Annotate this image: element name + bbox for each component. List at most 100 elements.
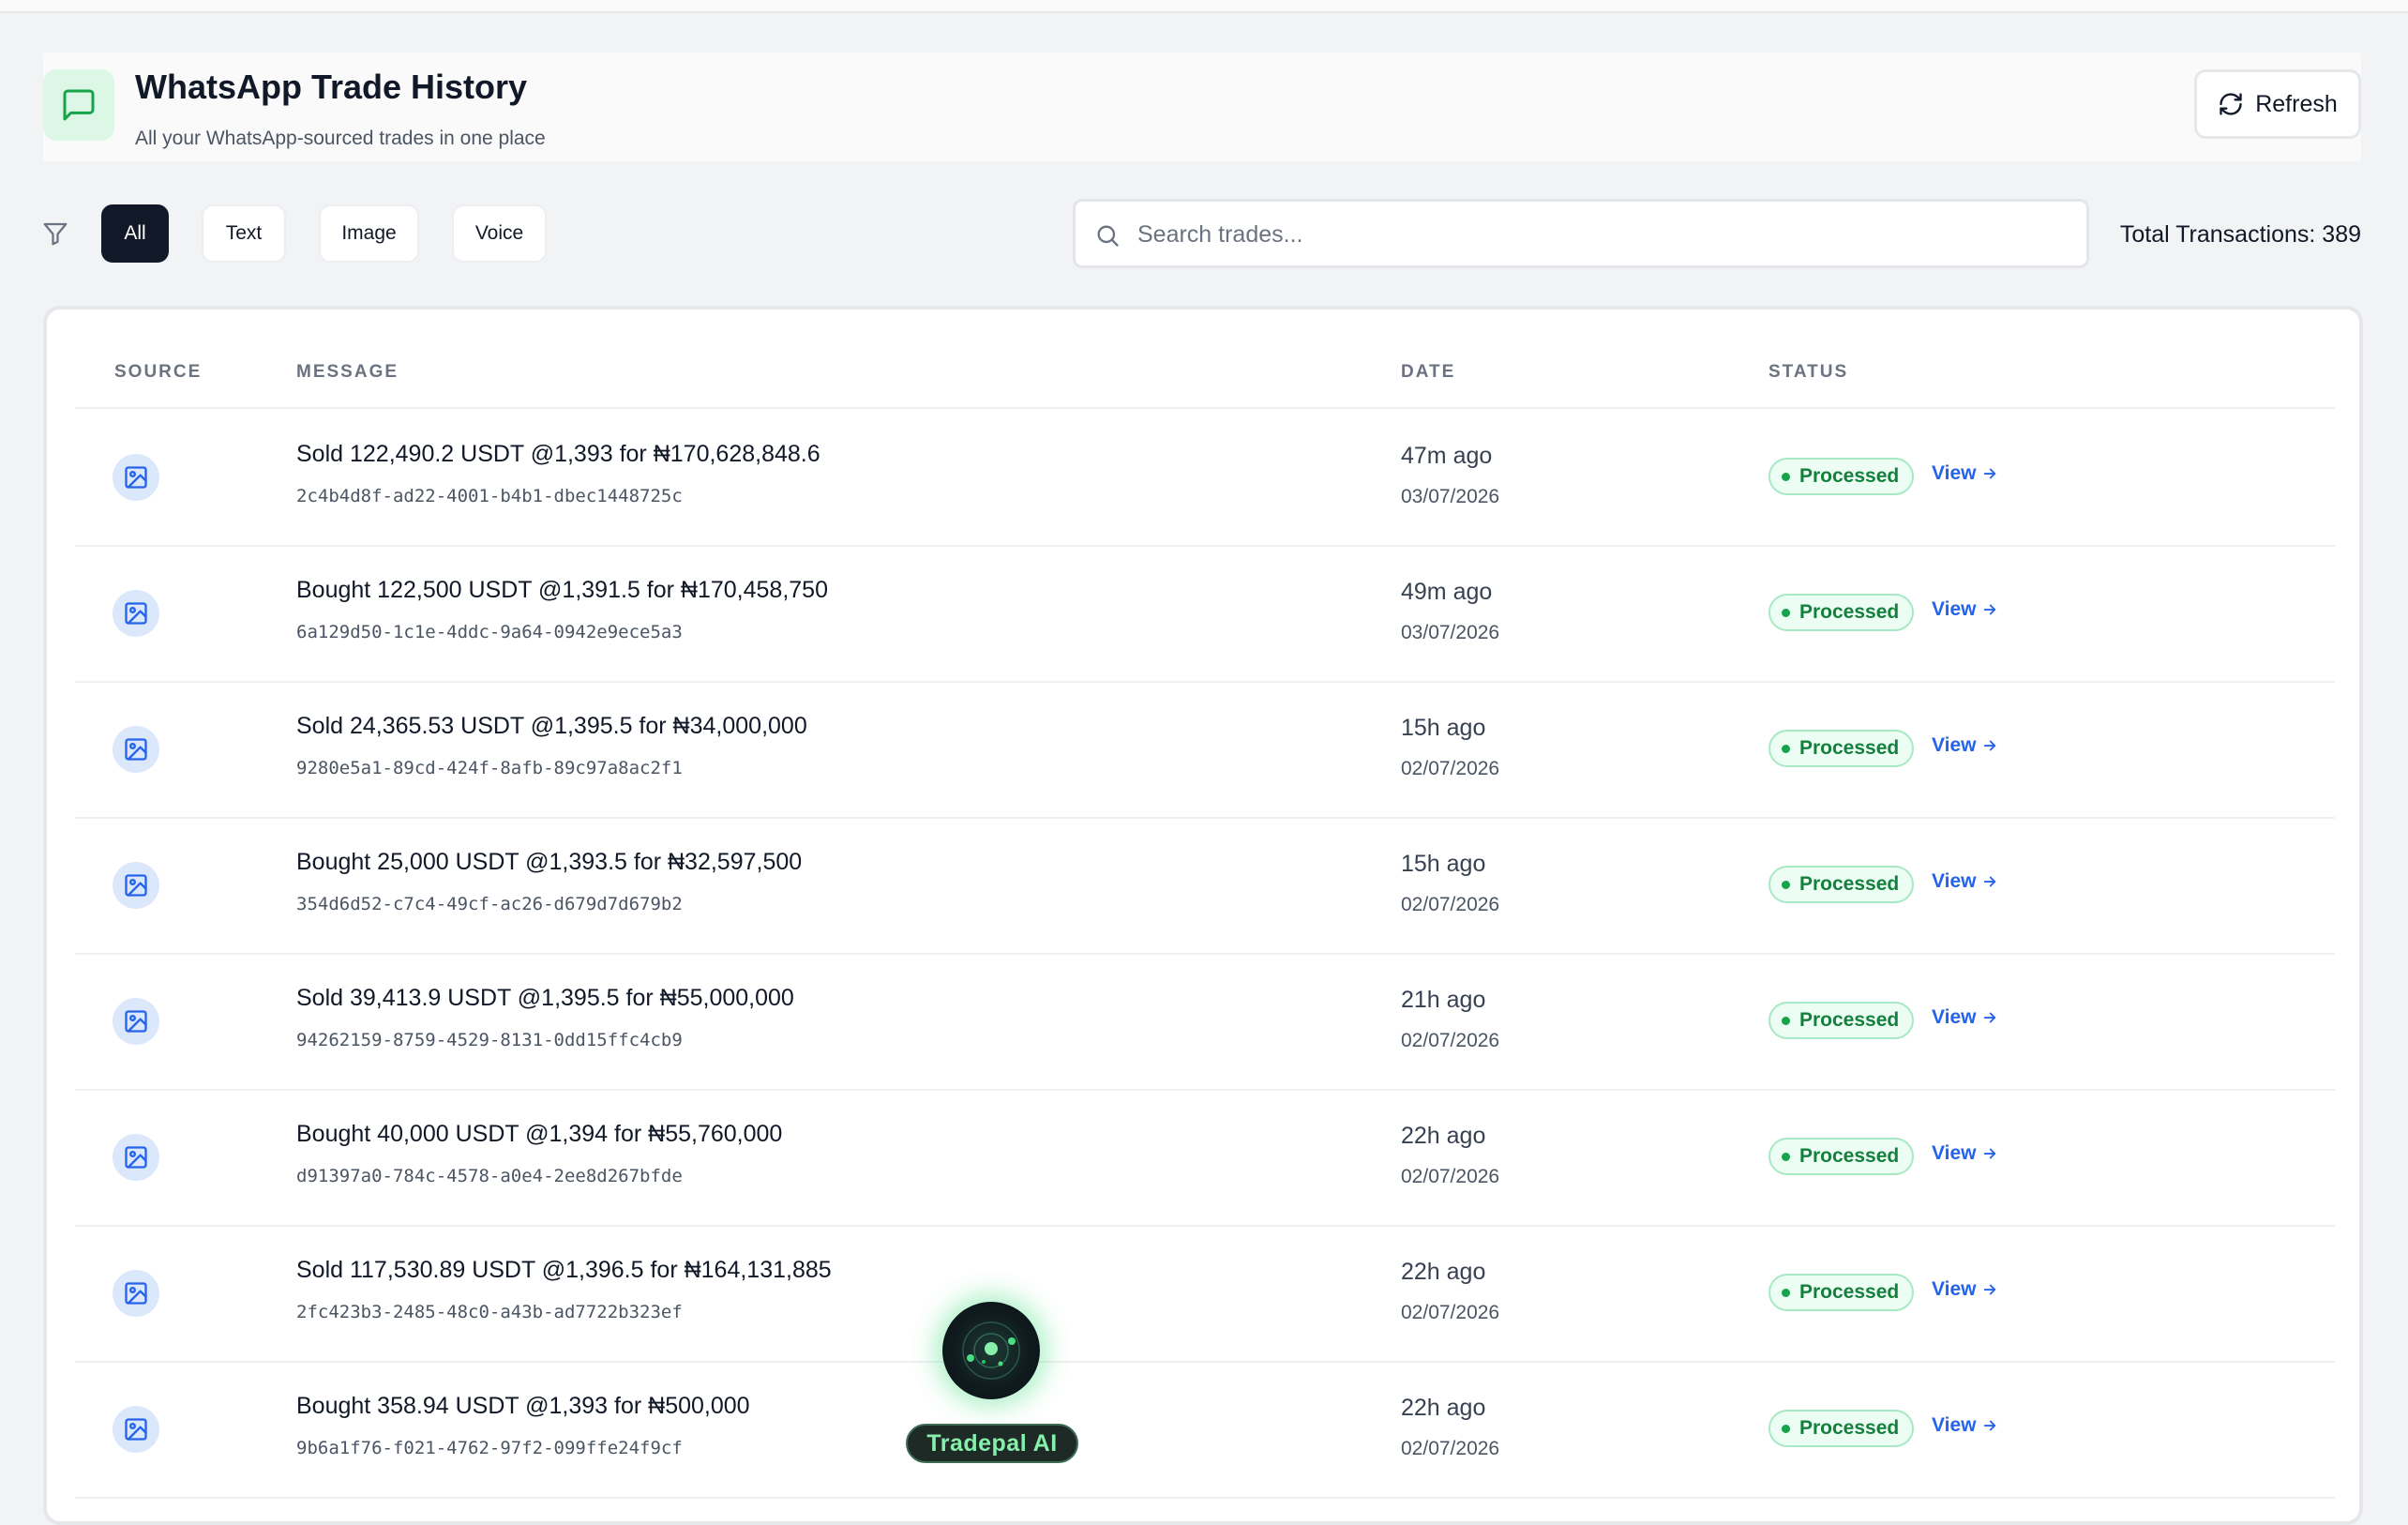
image-icon bbox=[113, 862, 159, 909]
trade-relative-time: 22h ago bbox=[1401, 1123, 1486, 1149]
view-label: View bbox=[1932, 734, 1977, 756]
trade-id: 354d6d52-c7c4-49cf-ac26-d679d7d679b2 bbox=[296, 894, 683, 914]
arrow-right-icon bbox=[1981, 873, 1998, 890]
trade-message: Sold 117,530.89 USDT @1,396.5 for ₦164,1… bbox=[296, 1257, 832, 1283]
view-link[interactable]: View bbox=[1932, 734, 1998, 757]
status-badge: Processed bbox=[1768, 458, 1915, 495]
trade-date: 02/07/2026 bbox=[1401, 1166, 1500, 1187]
arrow-right-icon bbox=[1981, 1281, 1998, 1298]
trade-relative-time: 22h ago bbox=[1401, 1395, 1486, 1421]
table-row: Sold 117,530.89 USDT @1,396.5 for ₦164,1… bbox=[75, 1225, 2335, 1363]
trade-message: Sold 122,490.2 USDT @1,393 for ₦170,628,… bbox=[296, 441, 820, 467]
page-header: WhatsApp Trade History All your WhatsApp… bbox=[43, 53, 2361, 161]
filter-icon bbox=[41, 219, 69, 252]
column-header-source: SOURCE bbox=[114, 362, 203, 382]
view-link[interactable]: View bbox=[1932, 1414, 1998, 1437]
trade-date: 02/07/2026 bbox=[1401, 758, 1500, 779]
trade-message: Bought 358.94 USDT @1,393 for ₦500,000 bbox=[296, 1393, 750, 1419]
message-square-icon bbox=[43, 69, 114, 141]
trade-id: 6a129d50-1c1e-4ddc-9a64-0942e9ece5a3 bbox=[296, 622, 683, 642]
view-label: View bbox=[1932, 1142, 1977, 1164]
refresh-button[interactable]: Refresh bbox=[2194, 69, 2361, 139]
trade-id: d91397a0-784c-4578-a0e4-2ee8d267bfde bbox=[296, 1166, 683, 1186]
ai-orb-icon bbox=[962, 1321, 1020, 1380]
image-icon bbox=[113, 454, 159, 501]
image-icon bbox=[113, 998, 159, 1045]
trade-id: 2c4b4d8f-ad22-4001-b4b1-dbec1448725c bbox=[296, 486, 683, 506]
status-badge: Processed bbox=[1768, 866, 1915, 903]
trade-message: Sold 39,413.9 USDT @1,395.5 for ₦55,000,… bbox=[296, 985, 794, 1011]
search-box bbox=[1073, 199, 2089, 268]
status-dot bbox=[1782, 608, 1790, 617]
status-label: Processed bbox=[1799, 601, 1900, 623]
column-header-status: STATUS bbox=[1768, 362, 1849, 382]
status-dot bbox=[1782, 1288, 1790, 1297]
status-badge: Processed bbox=[1768, 1002, 1915, 1039]
trade-id: 9b6a1f76-f021-4762-97f2-099ffe24f9cf bbox=[296, 1438, 683, 1458]
trade-id: 9280e5a1-89cd-424f-8afb-89c97a8ac2f1 bbox=[296, 758, 683, 778]
arrow-right-icon bbox=[1981, 1417, 1998, 1434]
view-link[interactable]: View bbox=[1932, 1278, 1998, 1301]
column-header-date: DATE bbox=[1401, 362, 1456, 382]
filter-chip-text[interactable]: Text bbox=[202, 204, 286, 263]
table-row: Bought 25,000 USDT @1,393.5 for ₦32,597,… bbox=[75, 817, 2335, 955]
view-label: View bbox=[1932, 1278, 1977, 1300]
table-row: Sold 122,490.2 USDT @1,393 for ₦170,628,… bbox=[75, 409, 2335, 547]
trade-date: 02/07/2026 bbox=[1401, 1438, 1500, 1459]
filter-chip-image[interactable]: Image bbox=[319, 204, 419, 263]
status-label: Processed bbox=[1799, 465, 1900, 487]
arrow-right-icon bbox=[1981, 1145, 1998, 1162]
view-label: View bbox=[1932, 598, 1977, 620]
trade-date: 03/07/2026 bbox=[1401, 486, 1500, 507]
image-icon bbox=[113, 1270, 159, 1317]
total-transactions: Total Transactions: 389 bbox=[2119, 221, 2361, 248]
filter-chip-all[interactable]: All bbox=[101, 204, 169, 263]
table-header: SOURCE MESSAGE DATE STATUS bbox=[75, 310, 2335, 409]
status-dot bbox=[1782, 472, 1790, 481]
filter-chip-voice[interactable]: Voice bbox=[452, 204, 547, 263]
trade-relative-time: 49m ago bbox=[1401, 579, 1493, 605]
search-icon bbox=[1097, 225, 1119, 247]
view-link[interactable]: View bbox=[1932, 462, 1998, 485]
trade-relative-time: 15h ago bbox=[1401, 851, 1486, 877]
view-link[interactable]: View bbox=[1932, 1142, 1998, 1165]
trade-id: 94262159-8759-4529-8131-0dd15ffc4cb9 bbox=[296, 1030, 683, 1050]
image-icon bbox=[113, 590, 159, 637]
ai-assistant-label: Tradepal AI bbox=[906, 1424, 1078, 1463]
view-label: View bbox=[1932, 1414, 1977, 1436]
status-dot bbox=[1782, 1152, 1790, 1161]
view-label: View bbox=[1932, 870, 1977, 892]
view-link[interactable]: View bbox=[1932, 1006, 1998, 1029]
status-label: Processed bbox=[1799, 1145, 1900, 1167]
view-label: View bbox=[1932, 1006, 1977, 1028]
status-badge: Processed bbox=[1768, 1274, 1915, 1311]
table-row: Bought 40,000 USDT @1,394 for ₦55,760,00… bbox=[75, 1089, 2335, 1227]
page-subtitle: All your WhatsApp-sourced trades in one … bbox=[135, 128, 546, 149]
arrow-right-icon bbox=[1981, 465, 1998, 482]
status-badge: Processed bbox=[1768, 1138, 1915, 1175]
top-bar bbox=[0, 0, 2408, 13]
trade-message: Bought 25,000 USDT @1,393.5 for ₦32,597,… bbox=[296, 849, 803, 875]
trade-relative-time: 22h ago bbox=[1401, 1259, 1486, 1285]
view-link[interactable]: View bbox=[1932, 598, 1998, 621]
status-label: Processed bbox=[1799, 873, 1900, 895]
status-badge: Processed bbox=[1768, 594, 1915, 631]
status-dot bbox=[1782, 1424, 1790, 1433]
status-label: Processed bbox=[1799, 1417, 1900, 1439]
refresh-label: Refresh bbox=[2255, 90, 2338, 117]
status-label: Processed bbox=[1799, 737, 1900, 759]
ai-assistant-button[interactable] bbox=[942, 1302, 1040, 1399]
trade-id: 2fc423b3-2485-48c0-a43b-ad7722b323ef bbox=[296, 1302, 683, 1322]
view-label: View bbox=[1932, 462, 1977, 484]
trade-date: 02/07/2026 bbox=[1401, 1302, 1500, 1323]
trade-relative-time: 47m ago bbox=[1401, 443, 1493, 469]
arrow-right-icon bbox=[1981, 1009, 1998, 1026]
search-input[interactable] bbox=[1136, 202, 2068, 267]
trade-date: 02/07/2026 bbox=[1401, 894, 1500, 915]
image-icon bbox=[113, 1134, 159, 1181]
status-label: Processed bbox=[1799, 1009, 1900, 1031]
table-row: Sold 24,365.53 USDT @1,395.5 for ₦34,000… bbox=[75, 681, 2335, 819]
status-badge: Processed bbox=[1768, 730, 1915, 767]
refresh-icon bbox=[2218, 91, 2244, 117]
view-link[interactable]: View bbox=[1932, 870, 1998, 893]
